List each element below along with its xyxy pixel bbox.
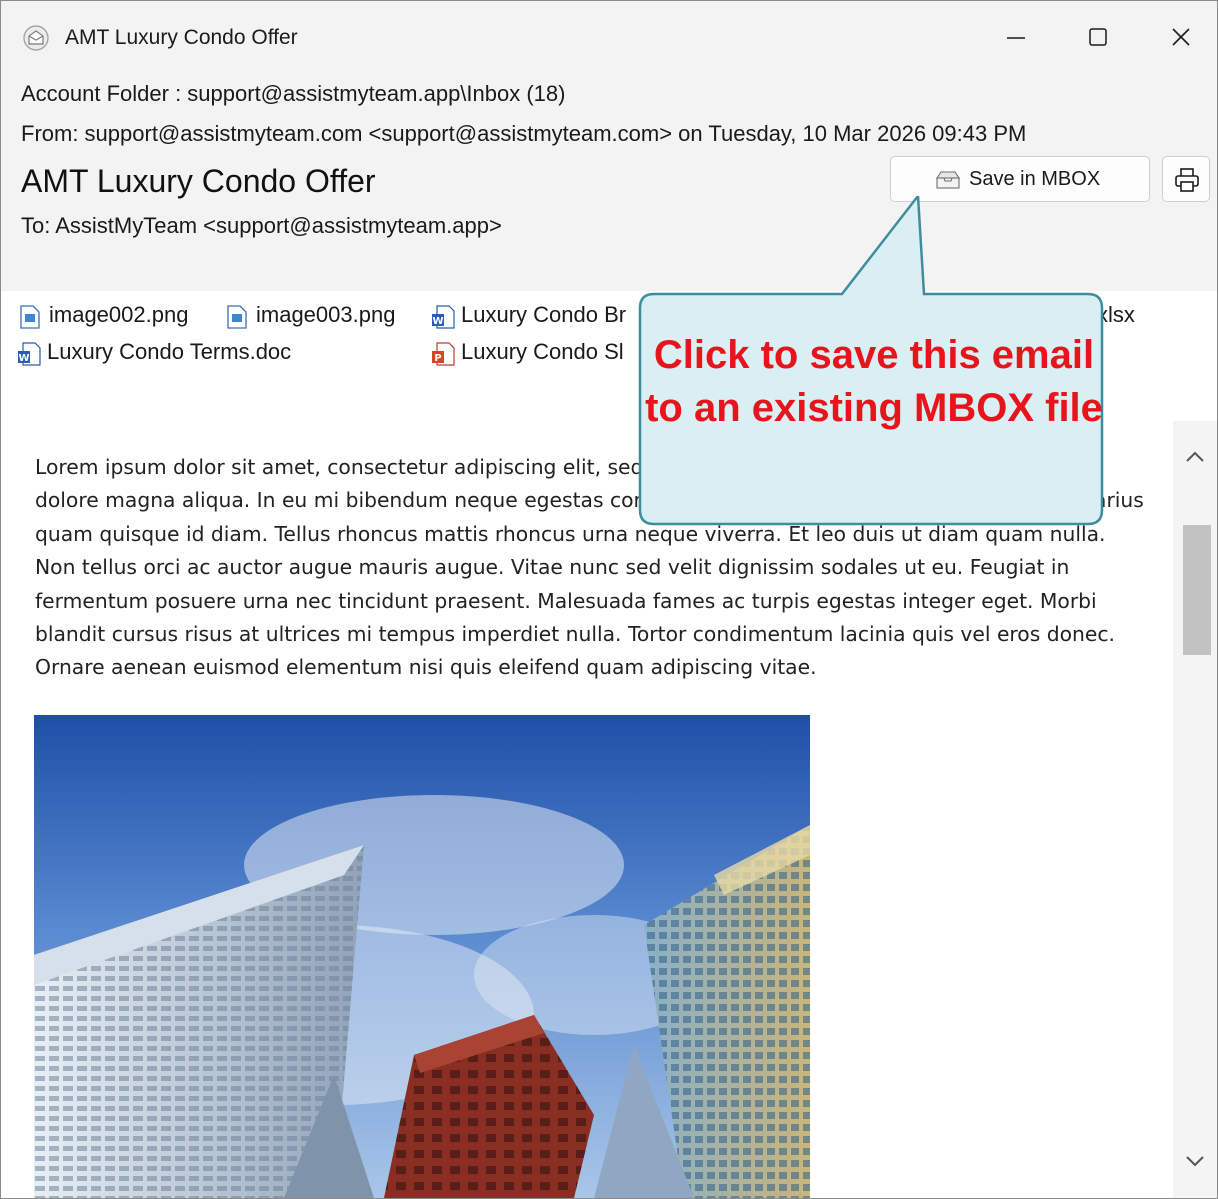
from-line: From: support@assistmyteam.com <support@…	[21, 121, 1027, 146]
attachment-name: Luxury Condo Sl	[461, 339, 624, 364]
attachment-name: image002.png	[49, 302, 189, 327]
envelope-app-icon	[23, 25, 49, 51]
close-icon	[1172, 28, 1190, 46]
email-subject: AMT Luxury Condo Offer	[21, 163, 376, 199]
attachment-name: Luxury Condo Br	[461, 302, 627, 327]
svg-text:P: P	[434, 353, 441, 364]
svg-text:W: W	[18, 353, 29, 364]
image-file-icon	[19, 305, 41, 335]
account-folder-label: Account Folder : support@assistmyteam.ap…	[21, 81, 566, 106]
minimize-button[interactable]	[981, 13, 1051, 61]
save-in-mbox-label: Save in MBOX	[969, 168, 1101, 190]
window-title: AMT Luxury Condo Offer	[65, 26, 298, 49]
vertical-scrollbar[interactable]	[1173, 421, 1217, 1198]
title-bar: AMT Luxury Condo Offer	[1, 1, 1217, 73]
image-file-icon	[226, 305, 248, 335]
printer-icon	[1175, 168, 1199, 192]
maximize-icon	[1089, 28, 1107, 46]
close-button[interactable]	[1146, 13, 1216, 61]
word-file-icon: W	[431, 305, 455, 335]
powerpoint-file-icon: P	[431, 342, 455, 372]
callout-text: Click to save this email to an existing …	[645, 333, 1103, 430]
scrollbar-thumb[interactable]	[1183, 525, 1211, 655]
word-file-icon: W	[17, 342, 41, 372]
svg-text:W: W	[432, 316, 443, 327]
attachment-name: Luxury Condo Terms.doc	[47, 339, 292, 364]
condo-photo	[34, 715, 810, 1198]
chevron-up-icon[interactable]	[1183, 447, 1207, 467]
save-mbox-callout: Click to save this email to an existing …	[636, 196, 1106, 526]
print-button[interactable]	[1162, 156, 1210, 202]
mailbox-icon	[935, 170, 961, 196]
maximize-button[interactable]	[1063, 13, 1133, 61]
attachment-name: image003.png	[256, 302, 396, 327]
to-line: To: AssistMyTeam <support@assistmyteam.a…	[21, 213, 502, 238]
minimize-icon	[1007, 37, 1025, 39]
chevron-down-icon[interactable]	[1183, 1151, 1207, 1171]
email-viewer-window: AMT Luxury Condo Offer Account Folder : …	[0, 0, 1218, 1199]
